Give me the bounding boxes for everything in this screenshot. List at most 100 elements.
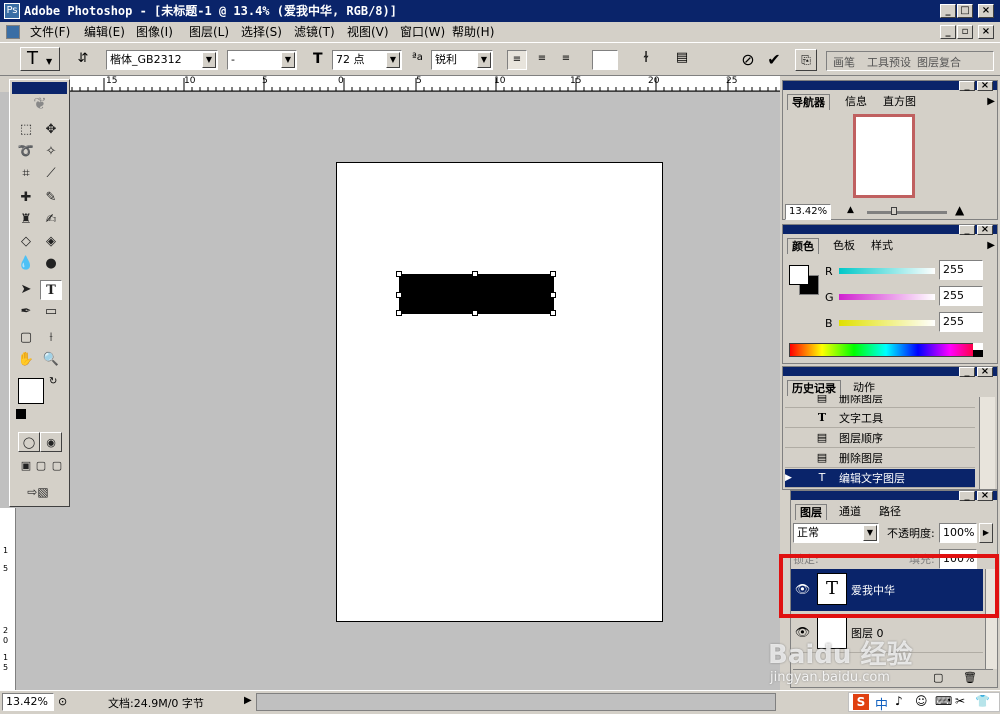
toolbox-title[interactable]: [12, 82, 67, 94]
menu-image[interactable]: 图像(I): [136, 24, 173, 40]
channel-r-value[interactable]: 255: [939, 260, 983, 280]
transform-handle[interactable]: [472, 310, 478, 316]
tab-swatches[interactable]: 色板: [829, 238, 859, 254]
tab-layers[interactable]: 图层: [795, 504, 827, 520]
align-left-icon[interactable]: ≡: [507, 50, 527, 70]
doc-minimize-button[interactable]: _: [940, 25, 956, 39]
ime-keyboard-icon[interactable]: ⌨: [935, 694, 952, 708]
foreground-color-swatch[interactable]: [18, 378, 44, 404]
font-family-select[interactable]: 楷体_GB2312 ▼: [106, 50, 218, 70]
tab-channels[interactable]: 通道: [835, 504, 865, 520]
slice-tool-icon[interactable]: ⟋: [40, 164, 62, 184]
palette-well-tab-comps[interactable]: 图层复合: [917, 54, 961, 70]
channel-g-slider[interactable]: [839, 294, 935, 300]
panel-close-button[interactable]: ×: [977, 367, 993, 377]
magic-wand-icon[interactable]: ✧: [40, 142, 62, 162]
tab-histogram[interactable]: 直方图: [879, 94, 920, 110]
tool-preset-picker[interactable]: T ▼: [20, 47, 60, 71]
eraser-tool-icon[interactable]: ◇: [15, 232, 37, 252]
zoom-out-icon[interactable]: ▲: [847, 205, 854, 215]
palette-well-tab-presets[interactable]: 工具预设: [867, 54, 911, 70]
ime-tools-icon[interactable]: ✂: [955, 694, 965, 708]
blend-mode-select[interactable]: 正常 ▼: [793, 523, 879, 543]
menu-filter[interactable]: 滤镜(T): [294, 24, 335, 40]
transform-handle[interactable]: [396, 292, 402, 298]
crop-tool-icon[interactable]: ⌗: [15, 164, 37, 184]
lasso-tool-icon[interactable]: ➰: [15, 142, 37, 162]
history-scrollbar[interactable]: [979, 397, 995, 489]
transform-handle[interactable]: [396, 310, 402, 316]
opacity-arrow-icon[interactable]: ▶: [979, 523, 993, 543]
hand-tool-icon[interactable]: ✋: [15, 350, 37, 370]
menu-edit[interactable]: 编辑(E): [84, 24, 125, 40]
zoom-slider-thumb[interactable]: [891, 207, 897, 215]
history-item-selected[interactable]: ▶ T 编辑文字图层: [785, 469, 975, 488]
transform-handle[interactable]: [396, 271, 402, 277]
text-orientation-icon[interactable]: ⇵: [74, 51, 92, 69]
panel-minimize-button[interactable]: _: [959, 81, 975, 91]
dodge-tool-icon[interactable]: ●: [40, 254, 62, 274]
status-zoom-field[interactable]: 13.42%: [2, 693, 54, 711]
transform-handle[interactable]: [550, 271, 556, 277]
cancel-icon[interactable]: ⊘: [738, 50, 758, 70]
ime-punctuation-icon[interactable]: ♪: [895, 694, 903, 708]
menu-layer[interactable]: 图层(L): [189, 24, 229, 40]
tab-paths[interactable]: 路径: [875, 504, 905, 520]
channel-g-value[interactable]: 255: [939, 286, 983, 306]
navigator-zoom-field[interactable]: 13.42%: [785, 204, 831, 220]
move-tool-icon[interactable]: ✥: [40, 120, 62, 140]
font-style-select[interactable]: - ▼: [227, 50, 297, 70]
doc-restore-button[interactable]: ▫: [957, 25, 973, 39]
channel-r-slider[interactable]: [839, 268, 935, 274]
menu-select[interactable]: 选择(S): [241, 24, 282, 40]
eyedropper-icon[interactable]: ⟊: [40, 328, 62, 348]
healing-brush-icon[interactable]: ✚: [15, 188, 37, 208]
tab-color[interactable]: 颜色: [787, 238, 819, 254]
channel-b-value[interactable]: 255: [939, 312, 983, 332]
tab-navigator[interactable]: 导航器: [787, 94, 830, 110]
transform-handle[interactable]: [550, 292, 556, 298]
antialias-select[interactable]: 锐利 ▼: [431, 50, 493, 70]
tab-actions[interactable]: 动作: [849, 380, 879, 396]
spectrum-black-swatch[interactable]: [973, 350, 983, 357]
ime-language-toggle[interactable]: 中: [875, 694, 888, 713]
close-button[interactable]: ×: [978, 4, 994, 18]
color-foreground-swatch[interactable]: [789, 265, 809, 285]
panel-minimize-button[interactable]: _: [959, 225, 975, 235]
default-colors-icon[interactable]: [16, 409, 26, 419]
minimize-button[interactable]: _: [940, 4, 956, 18]
blur-tool-icon[interactable]: 💧: [15, 254, 37, 274]
status-menu-arrow-icon[interactable]: ▶: [244, 695, 252, 706]
menu-window[interactable]: 窗口(W): [400, 24, 445, 40]
opacity-field[interactable]: 100%: [939, 523, 977, 543]
pen-tool-icon[interactable]: ✒: [15, 302, 37, 322]
file-browser-icon[interactable]: ⎘: [795, 49, 817, 71]
commit-icon[interactable]: ✔: [764, 50, 784, 70]
color-spectrum-bar[interactable]: [789, 343, 983, 357]
horizontal-scrollbar[interactable]: [256, 693, 776, 711]
zoom-in-icon[interactable]: ▲: [955, 203, 964, 217]
ime-emoji-icon[interactable]: ☺: [915, 694, 928, 708]
path-selection-icon[interactable]: ➤: [15, 280, 37, 300]
quickmask-mode-icon[interactable]: ◉: [40, 432, 62, 452]
tab-info[interactable]: 信息: [841, 94, 871, 110]
text-color-swatch[interactable]: [592, 50, 618, 70]
warp-text-icon[interactable]: ɫ: [636, 50, 656, 70]
menu-help[interactable]: 帮助(H): [452, 24, 494, 40]
history-brush-icon[interactable]: ✍: [40, 210, 62, 230]
ime-logo-icon[interactable]: S: [853, 694, 869, 710]
zoom-tool-icon[interactable]: 🔍: [40, 350, 62, 370]
doc-close-button[interactable]: ×: [978, 25, 994, 39]
panel-menu-icon[interactable]: ▶: [987, 240, 995, 251]
font-size-select[interactable]: 72 点 ▼: [332, 50, 402, 70]
palette-well-tab-brushes[interactable]: 画笔: [833, 54, 855, 70]
document-page[interactable]: [336, 162, 663, 622]
feather-logo-icon[interactable]: ❦: [16, 94, 64, 114]
standard-mode-icon[interactable]: ◯: [18, 432, 40, 452]
navigator-preview[interactable]: [853, 114, 915, 198]
notes-tool-icon[interactable]: ▢: [15, 328, 37, 348]
history-item[interactable]: ▤ 图层顺序: [785, 429, 975, 448]
panel-minimize-button[interactable]: _: [959, 367, 975, 377]
panel-close-button[interactable]: ×: [977, 491, 993, 501]
zoom-slider-track[interactable]: [867, 211, 947, 214]
